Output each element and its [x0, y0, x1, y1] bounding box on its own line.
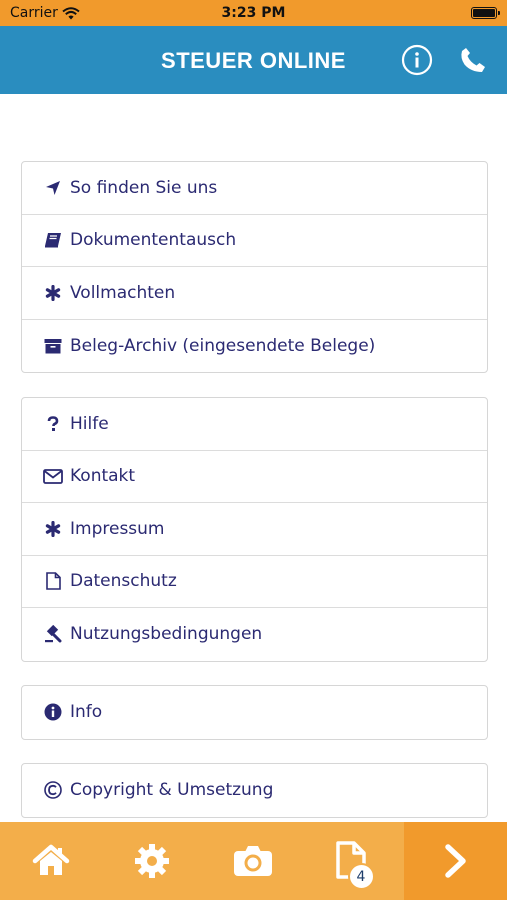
info-button[interactable] [400, 43, 434, 77]
menu-item-label: Hilfe [70, 413, 109, 434]
envelope-icon [42, 466, 64, 486]
asterisk-icon [42, 283, 64, 303]
menu-item-label: So finden Sie uns [70, 177, 218, 198]
menu-group-legal: Hilfe Kontakt Impressum Datenschutz Nutz… [21, 397, 488, 662]
info-icon [42, 702, 64, 722]
menu-item-privacy[interactable]: Datenschutz [22, 556, 487, 608]
documents-count-badge: 4 [347, 863, 375, 890]
gavel-icon [42, 624, 64, 644]
menu-group-copyright: Copyright & Umsetzung [21, 763, 488, 818]
tab-documents[interactable]: 4 [303, 822, 404, 900]
info-circle-icon [401, 44, 433, 76]
menu-item-imprint[interactable]: Impressum [22, 503, 487, 556]
asterisk-icon [42, 519, 64, 539]
app-header: STEUER ONLINE [0, 26, 507, 94]
menu-item-help[interactable]: Hilfe [22, 398, 487, 451]
menu-group-main: So finden Sie uns Dokumententausch Vollm… [21, 161, 488, 373]
phone-icon [461, 48, 485, 72]
menu-item-info[interactable]: Info [22, 686, 487, 739]
menu-item-label: Info [70, 702, 103, 723]
bottom-tab-bar: 4 [0, 822, 507, 900]
book-icon [42, 230, 64, 250]
menu-item-label: Beleg-Archiv (eingesendete Belege) [70, 335, 376, 356]
menu-item-contact[interactable]: Kontakt [22, 451, 487, 503]
menu-item-copyright[interactable]: Copyright & Umsetzung [22, 764, 487, 817]
tab-next[interactable] [404, 822, 507, 900]
menu-item-label: Kontakt [70, 466, 136, 487]
menu-item-label: Vollmachten [70, 282, 176, 303]
tab-camera[interactable] [202, 822, 303, 900]
menu-item-label: Impressum [70, 518, 165, 539]
location-arrow-icon [42, 178, 64, 198]
copyright-icon [42, 780, 64, 800]
battery-icon [471, 7, 500, 19]
home-icon [32, 844, 69, 875]
file-icon [42, 571, 64, 591]
camera-icon [233, 846, 272, 876]
tab-home[interactable] [0, 822, 101, 900]
status-time: 3:23 PM [221, 5, 286, 21]
menu-item-label: Copyright & Umsetzung [70, 780, 274, 801]
question-icon [42, 414, 64, 434]
menu-item-directions[interactable]: So finden Sie uns [22, 162, 487, 215]
menu-item-terms[interactable]: Nutzungsbedingungen [22, 608, 487, 661]
menu-item-label: Nutzungsbedingungen [70, 624, 263, 645]
tab-settings[interactable] [101, 822, 202, 900]
chevron-right-icon [444, 844, 466, 878]
menu-group-info: Info [21, 685, 488, 740]
menu-item-label: Datenschutz [70, 571, 177, 592]
archive-icon [42, 336, 64, 356]
menu-item-label: Dokumententausch [70, 230, 237, 251]
menu-item-document-exchange[interactable]: Dokumententausch [22, 215, 487, 267]
status-bar: Carrier 3:23 PM [0, 0, 507, 26]
gear-icon [134, 844, 169, 878]
phone-button[interactable] [456, 43, 490, 77]
menu-item-receipt-archive[interactable]: Beleg-Archiv (eingesendete Belege) [22, 320, 487, 373]
menu-item-authorizations[interactable]: Vollmachten [22, 267, 487, 320]
documents-icon-wrap: 4 [334, 839, 375, 890]
